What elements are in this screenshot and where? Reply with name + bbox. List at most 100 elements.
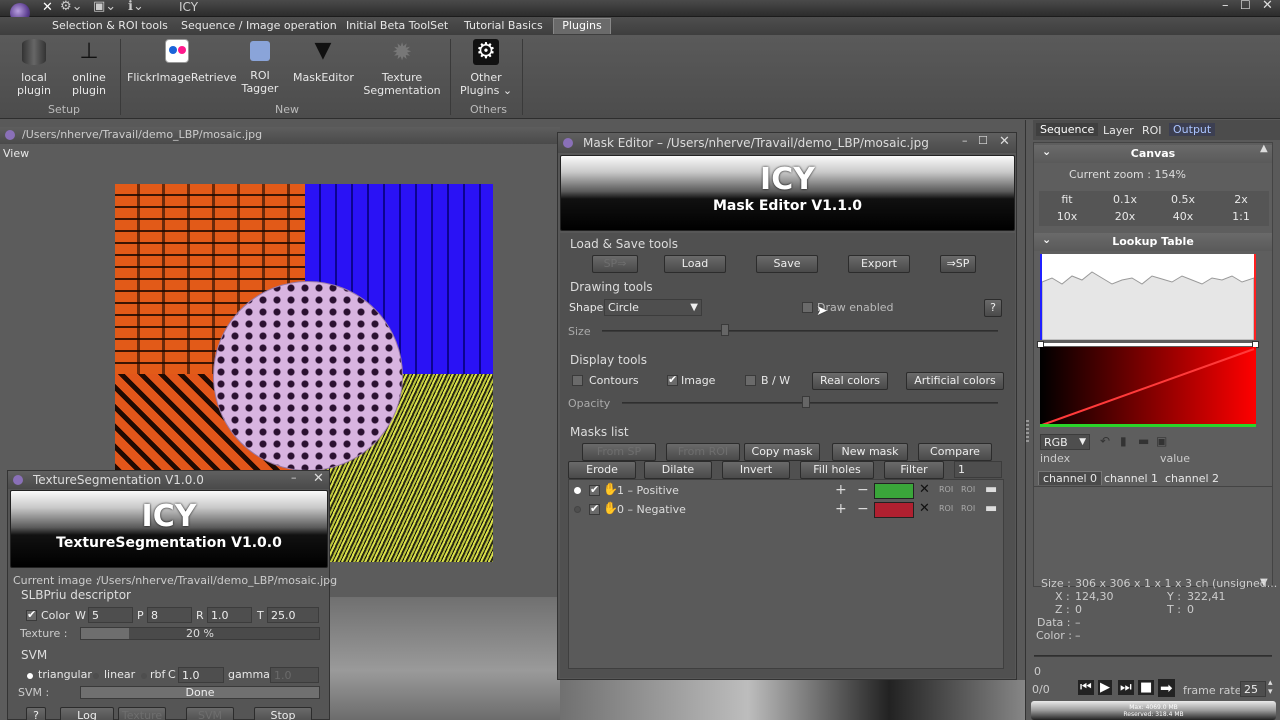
close-icon[interactable]: ✕: [313, 471, 324, 486]
lut-slider[interactable]: [1037, 341, 1259, 348]
close-window-icon[interactable]: ✕: [1262, 0, 1273, 13]
contours-checkbox[interactable]: [572, 375, 583, 386]
real-colors-button[interactable]: Real colors: [812, 372, 888, 390]
play-icon[interactable]: ▶: [1098, 680, 1112, 695]
log-button[interactable]: Log: [60, 707, 114, 720]
dilate-button[interactable]: Dilate: [644, 461, 712, 479]
save-icon[interactable]: ▣: [1156, 434, 1167, 448]
help-button[interactable]: ?: [984, 299, 1002, 317]
tab-output[interactable]: Output: [1169, 123, 1216, 136]
tab-sequence-image[interactable]: Sequence / Image operation: [181, 19, 337, 32]
more-icon[interactable]: ▬: [985, 501, 997, 516]
first-frame-icon[interactable]: ⏮: [1078, 680, 1094, 695]
minimize-icon[interactable]: –: [1222, 0, 1229, 13]
texture-segmentation-button[interactable]: ✹ Texture Segmentation: [362, 39, 442, 97]
hand-icon[interactable]: ✋: [603, 482, 618, 496]
undo-icon[interactable]: ↶: [1100, 434, 1110, 448]
tab-roi[interactable]: ROI: [1142, 124, 1162, 137]
from-sp-button[interactable]: From SP: [582, 443, 656, 461]
zoom-0-5x-button[interactable]: 0.5x: [1155, 193, 1211, 206]
mask-row[interactable]: ✋ 1 – Positive + − ✕ ROI ROI ▬: [569, 482, 1003, 500]
w-input[interactable]: 5: [88, 607, 133, 623]
triangular-radio[interactable]: [27, 673, 33, 679]
t-input[interactable]: 25.0: [267, 607, 319, 623]
gear-icon[interactable]: ⚙⌄: [60, 0, 83, 14]
roi-icon[interactable]: ROI: [961, 504, 975, 513]
local-plugin-button[interactable]: local plugin: [12, 39, 56, 97]
frame-slider[interactable]: [1034, 655, 1272, 657]
minimize-icon[interactable]: –: [962, 134, 968, 147]
scroll-up-icon[interactable]: ▲: [1260, 143, 1268, 154]
roi-icon[interactable]: ROI: [961, 485, 975, 494]
tab-tutorial[interactable]: Tutorial Basics: [464, 19, 543, 32]
next-arrow-icon[interactable]: ➡: [1158, 679, 1175, 697]
color-checkbox[interactable]: [26, 610, 37, 621]
zoom-2x-button[interactable]: 2x: [1213, 193, 1269, 206]
new-mask-button[interactable]: New mask: [832, 443, 908, 461]
info-icon[interactable]: ℹ⌄: [128, 0, 144, 14]
frame-rate-input[interactable]: 25: [1240, 681, 1266, 697]
svm-button[interactable]: SVM: [186, 707, 234, 720]
last-frame-icon[interactable]: ⏭: [1118, 680, 1134, 695]
help-button[interactable]: ?: [26, 707, 46, 720]
zoom-0-1x-button[interactable]: 0.1x: [1097, 193, 1153, 206]
mask-visible-checkbox[interactable]: [589, 504, 600, 515]
linear-radio[interactable]: [93, 673, 99, 679]
online-plugin-button[interactable]: ⊥ online plugin: [67, 39, 111, 97]
sp-export-button[interactable]: ⇒SP: [940, 255, 976, 273]
maximize-icon[interactable]: ☐: [1240, 0, 1251, 12]
radio-icon[interactable]: [574, 506, 581, 513]
roi-icon[interactable]: ROI: [939, 504, 953, 513]
image-checkbox[interactable]: [667, 375, 678, 386]
mask-color-swatch[interactable]: [874, 483, 914, 499]
size-slider-track[interactable]: [602, 330, 998, 332]
tab-channel-1[interactable]: channel 1: [1104, 472, 1158, 485]
tab-plugins[interactable]: Plugins: [553, 18, 611, 34]
stop-icon[interactable]: ■: [1138, 680, 1155, 695]
compare-button[interactable]: Compare: [918, 443, 992, 461]
radio-selected-icon[interactable]: [574, 487, 581, 494]
close-icon[interactable]: ✕: [999, 134, 1010, 149]
more-icon[interactable]: ▬: [985, 482, 997, 497]
zoom-1-1-button[interactable]: 1:1: [1213, 210, 1269, 223]
c-input[interactable]: 1.0: [178, 667, 224, 683]
rbf-radio[interactable]: [141, 673, 147, 679]
delete-mask-icon[interactable]: ✕: [919, 482, 930, 497]
zoom-40x-button[interactable]: 40x: [1155, 210, 1211, 223]
erode-button[interactable]: Erode: [568, 461, 636, 479]
shape-select[interactable]: Circle ▼: [604, 299, 702, 316]
texture-button[interactable]: Texture: [118, 707, 166, 720]
tab-layer[interactable]: Layer: [1103, 124, 1134, 137]
flickr-image-retrieve-button[interactable]: FlickrImageRetrieve: [127, 39, 237, 84]
artificial-colors-button[interactable]: Artificial colors: [906, 372, 1004, 390]
canvas-header[interactable]: ⌄ Canvas: [1034, 145, 1272, 163]
zoom-10x-button[interactable]: 10x: [1039, 210, 1095, 223]
other-plugins-button[interactable]: ⚙ Other Plugins ⌄: [456, 39, 516, 97]
delete-mask-icon[interactable]: ✕: [919, 501, 930, 516]
tab-selection-roi[interactable]: Selection & ROI tools: [52, 19, 168, 32]
invert-button[interactable]: Invert: [722, 461, 790, 479]
from-roi-button[interactable]: From ROI: [666, 443, 740, 461]
minus-icon[interactable]: −: [857, 482, 869, 498]
sp-import-button[interactable]: SP⇒: [592, 255, 638, 273]
bw-checkbox[interactable]: [745, 375, 756, 386]
save-button[interactable]: Save: [756, 255, 818, 273]
minus-icon[interactable]: −: [857, 501, 869, 517]
minimize-icon[interactable]: –: [291, 471, 297, 484]
zoom-20x-button[interactable]: 20x: [1097, 210, 1153, 223]
folder-icon[interactable]: ▬: [1138, 434, 1149, 448]
opacity-slider-track[interactable]: [622, 402, 998, 404]
size-slider-thumb[interactable]: [721, 324, 729, 336]
copy-mask-button[interactable]: Copy mask: [744, 443, 820, 461]
document-icon[interactable]: ▮: [1120, 434, 1127, 448]
filter-value-input[interactable]: 1: [954, 461, 1002, 478]
stop-button[interactable]: Stop: [254, 707, 312, 720]
filter-button[interactable]: Filter: [884, 461, 944, 479]
tab-channel-0[interactable]: channel 0: [1038, 471, 1103, 485]
window-icon[interactable]: ▣⌄: [93, 0, 116, 14]
gamma-input[interactable]: 1.0: [270, 667, 319, 683]
roi-tagger-button[interactable]: ROI Tagger: [238, 39, 282, 95]
lut-colormap[interactable]: [1040, 347, 1256, 427]
export-button[interactable]: Export: [848, 255, 910, 273]
frame-rate-stepper-icon[interactable]: ▴ ▾: [1268, 679, 1273, 697]
